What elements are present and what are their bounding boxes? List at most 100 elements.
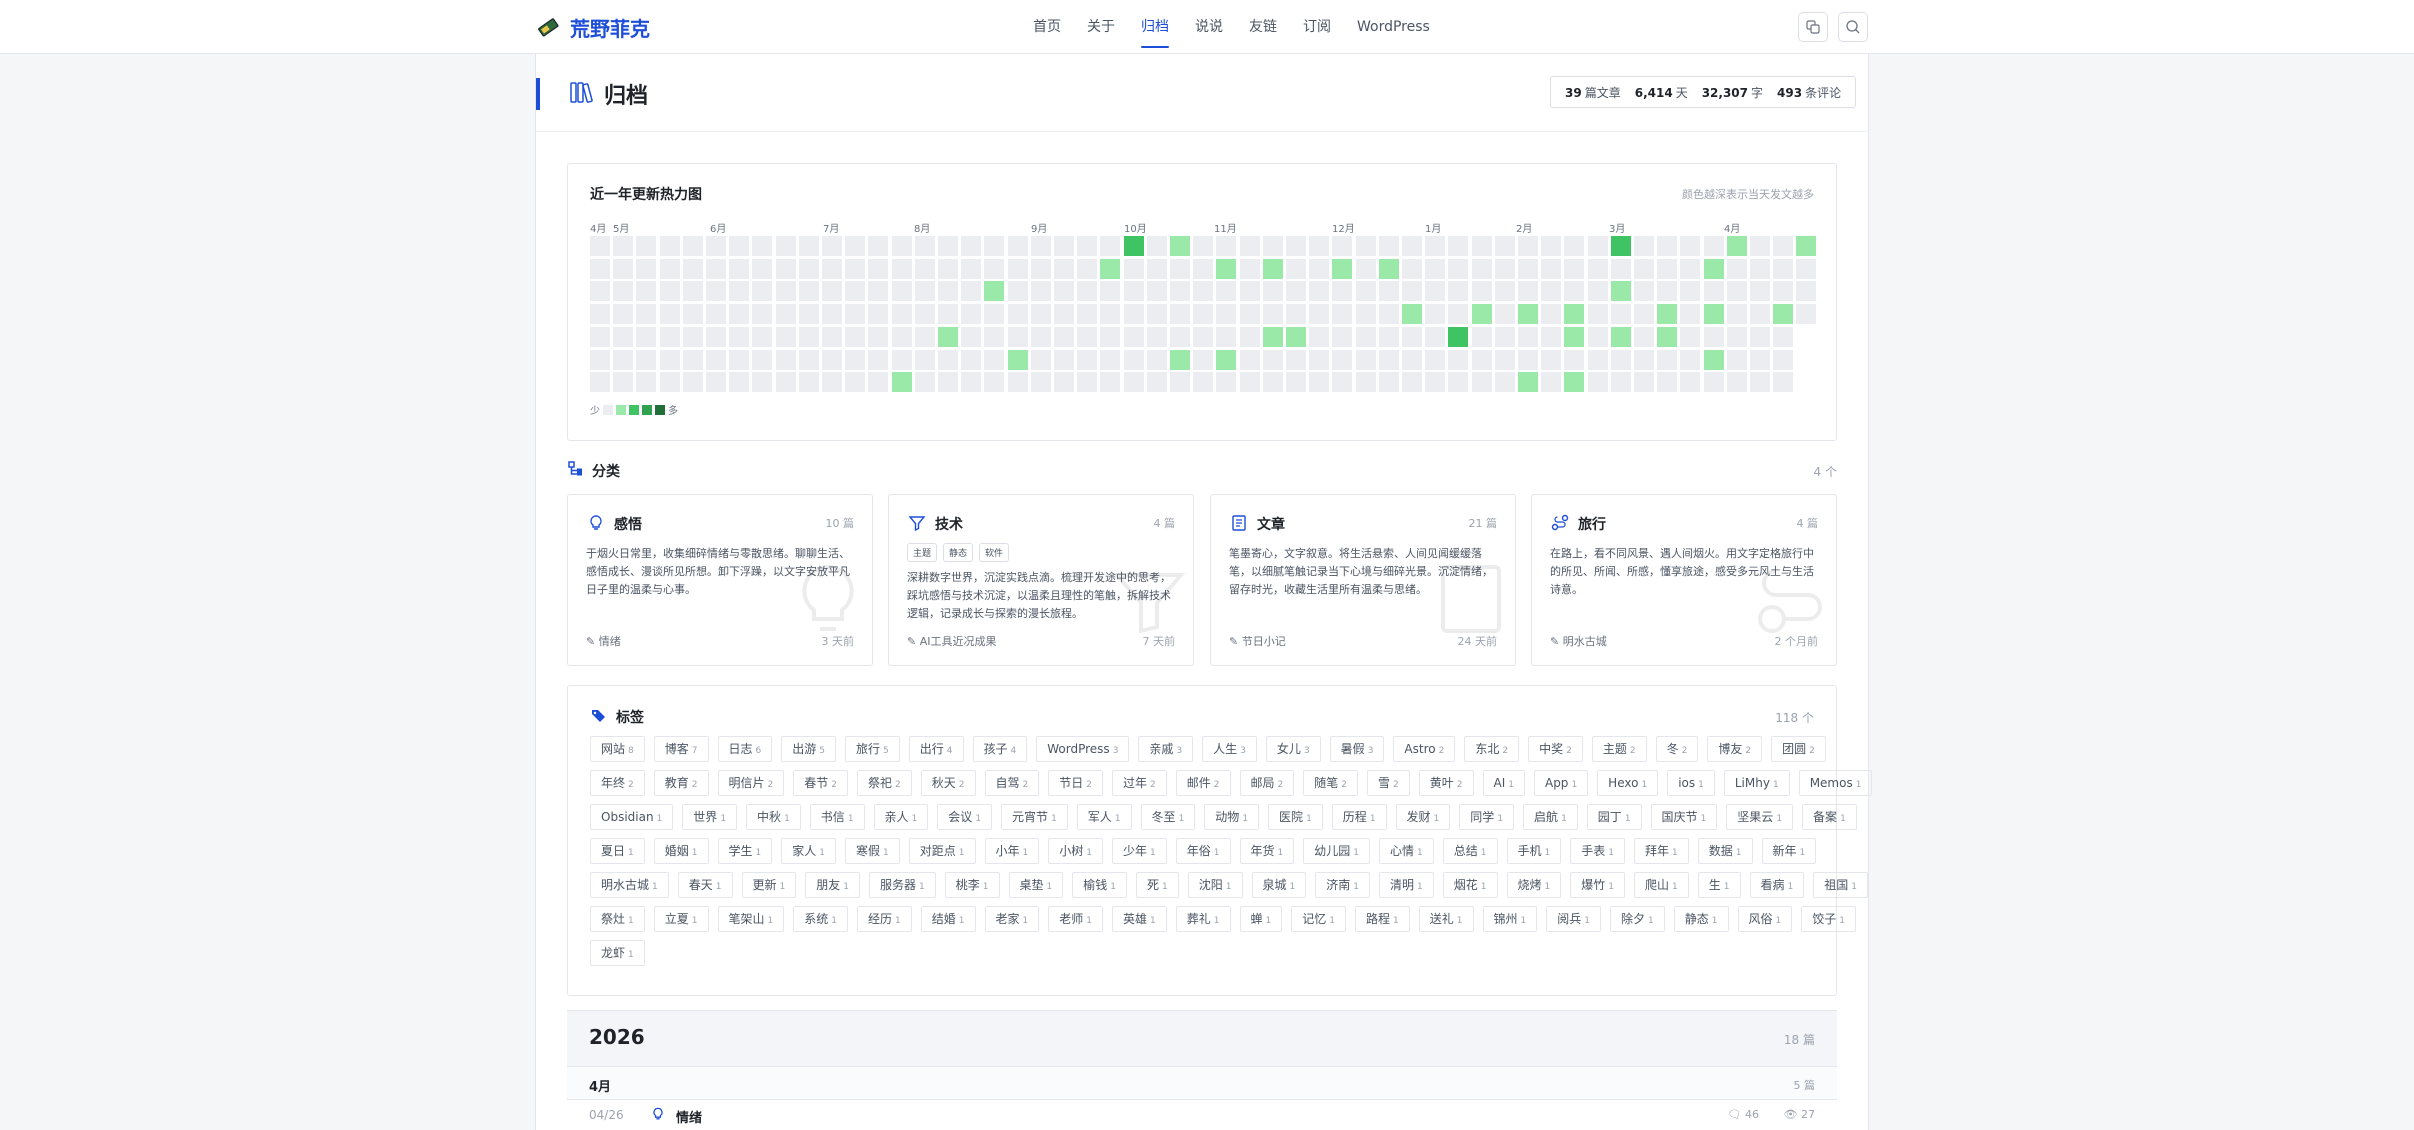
- tag-chip[interactable]: Obsidian 1: [590, 804, 674, 830]
- tag-chip[interactable]: 医院 1: [1268, 804, 1323, 830]
- tag-chip[interactable]: 泉城 1: [1251, 872, 1307, 898]
- heatmap-day-cell[interactable]: [659, 258, 680, 279]
- heatmap-day-cell[interactable]: [1564, 349, 1585, 370]
- heatmap-day-cell[interactable]: [613, 304, 634, 325]
- heatmap-day-cell[interactable]: [775, 258, 796, 279]
- heatmap-day-cell[interactable]: [1239, 326, 1260, 347]
- tag-chip[interactable]: 启航 1: [1523, 804, 1578, 830]
- tag-chip[interactable]: LiMhy 1: [1723, 770, 1790, 796]
- heatmap-day-cell[interactable]: [822, 326, 842, 347]
- heatmap-day-cell[interactable]: [775, 281, 796, 302]
- heatmap-day-cell[interactable]: [1286, 281, 1306, 302]
- tag-chip[interactable]: 发财 1: [1395, 804, 1451, 830]
- heatmap-day-cell[interactable]: [1286, 304, 1306, 325]
- heatmap-day-cell[interactable]: [1425, 326, 1446, 347]
- heatmap-day-cell[interactable]: [961, 349, 982, 370]
- heatmap-day-cell[interactable]: [822, 349, 842, 370]
- nav-wordpress[interactable]: WordPress: [1344, 0, 1443, 54]
- heatmap-day-cell[interactable]: [1448, 304, 1469, 325]
- heatmap-day-cell[interactable]: [613, 372, 634, 393]
- heatmap-day-cell[interactable]: [682, 304, 703, 325]
- heatmap-day-cell[interactable]: [1355, 349, 1376, 370]
- heatmap-day-cell[interactable]: [682, 326, 703, 347]
- tag-chip[interactable]: 锦州 1: [1482, 906, 1538, 932]
- heatmap-day-cell[interactable]: [822, 258, 842, 279]
- heatmap-day-cell[interactable]: [752, 281, 773, 302]
- tag-chip[interactable]: 年终 2: [590, 770, 645, 796]
- heatmap-day-cell[interactable]: [1773, 326, 1794, 347]
- heatmap-day-cell[interactable]: [729, 304, 750, 325]
- heatmap-day-cell[interactable]: [775, 372, 796, 393]
- heatmap-day-cell[interactable]: [1726, 304, 1747, 325]
- heatmap-day-cell[interactable]: [729, 258, 750, 279]
- tag-chip[interactable]: 送礼 1: [1418, 906, 1474, 932]
- heatmap-day-cell[interactable]: [1726, 349, 1747, 370]
- tag-chip[interactable]: 世界 1: [682, 804, 738, 830]
- tag-chip[interactable]: 数据 1: [1697, 838, 1753, 864]
- heatmap-day-cell[interactable]: [1239, 304, 1260, 325]
- heatmap-day-cell[interactable]: [1773, 281, 1794, 302]
- heatmap-day-cell[interactable]: [1494, 304, 1515, 325]
- category-chip[interactable]: 软件: [979, 543, 1010, 562]
- heatmap-day-cell[interactable]: [938, 326, 958, 347]
- heatmap-day-cell[interactable]: [590, 304, 610, 325]
- tag-chip[interactable]: ios 1: [1667, 770, 1715, 796]
- heatmap-day-cell[interactable]: [1193, 304, 1214, 325]
- heatmap-day-cell[interactable]: [1146, 304, 1167, 325]
- heatmap-day-cell[interactable]: [1634, 236, 1654, 256]
- tag-chip[interactable]: 手表 1: [1570, 838, 1625, 864]
- heatmap-day-cell[interactable]: [1541, 258, 1562, 279]
- heatmap-day-cell[interactable]: [1402, 349, 1422, 370]
- heatmap-day-cell[interactable]: [1378, 326, 1399, 347]
- heatmap-day-cell[interactable]: [1610, 236, 1631, 256]
- tag-chip[interactable]: 历程 1: [1331, 804, 1387, 830]
- heatmap-day-cell[interactable]: [1448, 258, 1469, 279]
- category-card-articles[interactable]: 文章 21 篇 笔墨寄心，文字叙意。将生活悬索、人间见闻缓缓落笔，以细腻笔触记录…: [1210, 494, 1516, 666]
- category-card-insight[interactable]: 感悟 10 篇 于烟火日常里，收集细碎情绪与零散思绪。聊聊生活、感悟成长、漫谈所…: [567, 494, 873, 666]
- heatmap-day-cell[interactable]: [961, 304, 982, 325]
- category-latest[interactable]: ✎ AI工具近况成果 7 天前: [907, 633, 1175, 653]
- tag-chip[interactable]: 系统 1: [793, 906, 848, 932]
- post-title[interactable]: 情绪: [676, 1107, 702, 1126]
- tag-chip[interactable]: 国庆节 1: [1650, 804, 1718, 830]
- tag-chip[interactable]: 桌垫 1: [1008, 872, 1064, 898]
- heatmap-day-cell[interactable]: [1077, 236, 1098, 256]
- heatmap-day-cell[interactable]: [938, 258, 958, 279]
- heatmap-day-cell[interactable]: [1054, 349, 1074, 370]
- heatmap-day-cell[interactable]: [1657, 281, 1678, 302]
- tag-chip[interactable]: 除夕 1: [1610, 906, 1665, 932]
- heatmap-day-cell[interactable]: [868, 258, 889, 279]
- heatmap-day-cell[interactable]: [1750, 326, 1770, 347]
- heatmap-day-cell[interactable]: [659, 304, 680, 325]
- heatmap-day-cell[interactable]: [1378, 258, 1399, 279]
- search-button[interactable]: [1838, 12, 1868, 42]
- heatmap-day-cell[interactable]: [1216, 236, 1237, 256]
- heatmap-day-cell[interactable]: [1518, 349, 1538, 370]
- heatmap-day-cell[interactable]: [1541, 281, 1562, 302]
- heatmap-day-cell[interactable]: [729, 236, 750, 256]
- heatmap-day-cell[interactable]: [938, 281, 958, 302]
- tag-chip[interactable]: 旅行 5: [845, 736, 900, 762]
- heatmap-day-cell[interactable]: [1634, 281, 1654, 302]
- heatmap-day-cell[interactable]: [1170, 281, 1190, 302]
- tag-chip[interactable]: 手机 1: [1506, 838, 1562, 864]
- heatmap-day-cell[interactable]: [1726, 281, 1747, 302]
- heatmap-day-cell[interactable]: [1518, 281, 1538, 302]
- heatmap-day-cell[interactable]: [706, 304, 726, 325]
- heatmap-day-cell[interactable]: [868, 236, 889, 256]
- heatmap-day-cell[interactable]: [1564, 372, 1585, 393]
- heatmap-day-cell[interactable]: [1680, 281, 1701, 302]
- heatmap-day-cell[interactable]: [1773, 349, 1794, 370]
- heatmap-day-cell[interactable]: [1193, 281, 1214, 302]
- nav-moments[interactable]: 说说: [1182, 0, 1236, 54]
- heatmap-day-cell[interactable]: [891, 349, 912, 370]
- heatmap-day-cell[interactable]: [1355, 326, 1376, 347]
- heatmap-day-cell[interactable]: [1123, 326, 1144, 347]
- category-chip[interactable]: 静态: [943, 543, 974, 562]
- heatmap-day-cell[interactable]: [984, 349, 1005, 370]
- heatmap-day-cell[interactable]: [1750, 372, 1770, 393]
- heatmap-day-cell[interactable]: [1587, 304, 1608, 325]
- heatmap-day-cell[interactable]: [1541, 304, 1562, 325]
- heatmap-day-cell[interactable]: [1494, 258, 1515, 279]
- heatmap-day-cell[interactable]: [961, 281, 982, 302]
